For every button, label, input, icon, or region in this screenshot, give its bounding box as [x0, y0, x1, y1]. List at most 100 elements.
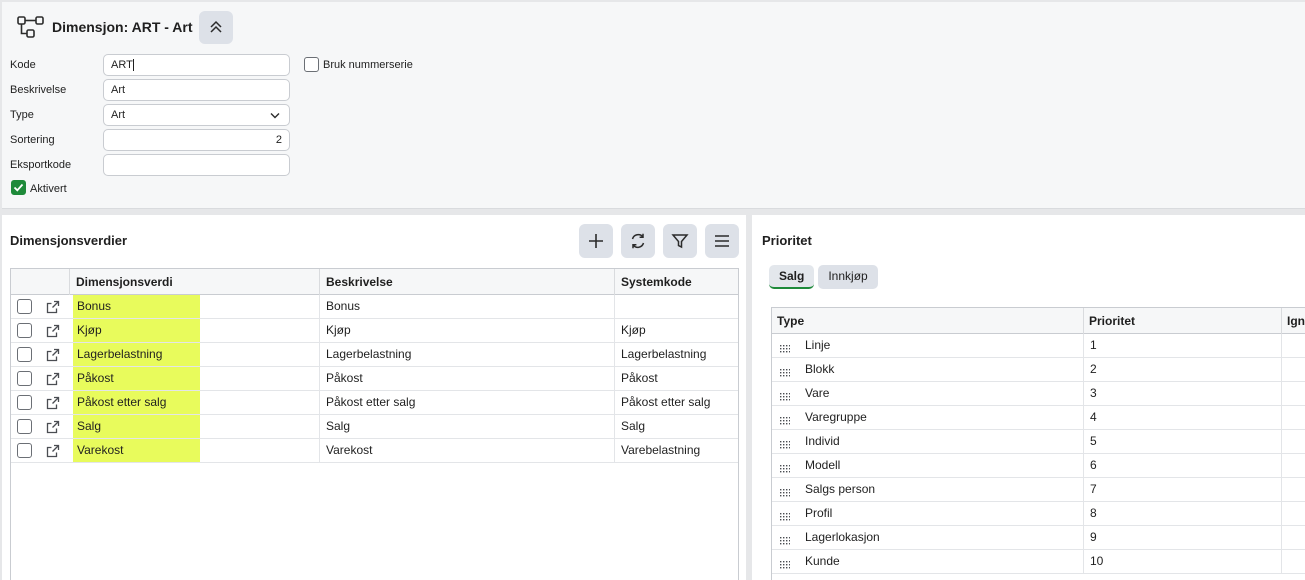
- priority-row[interactable]: Linje 1: [772, 334, 1305, 358]
- row-checkbox[interactable]: [17, 443, 32, 458]
- drag-handle-icon[interactable]: [780, 486, 791, 500]
- drag-handle-icon[interactable]: [780, 390, 791, 404]
- open-external-icon[interactable]: [46, 348, 60, 365]
- open-external-icon[interactable]: [46, 372, 60, 389]
- cell-systemkode: Kjøp: [614, 319, 738, 342]
- priority-row[interactable]: Kunde 10: [772, 550, 1305, 574]
- table-row[interactable]: Kjøp Kjøp Kjøp: [11, 319, 738, 343]
- cell-prioritet: 9: [1083, 526, 1281, 549]
- collapse-button[interactable]: [198, 10, 233, 44]
- cell-type: Varegruppe: [805, 410, 867, 424]
- cell-beskrivelse: Påkost: [319, 367, 614, 390]
- beskrivelse-label: Beskrivelse: [10, 84, 67, 96]
- type-select[interactable]: Art: [103, 104, 290, 126]
- drag-handle-icon[interactable]: [780, 366, 791, 380]
- filter-button[interactable]: [663, 224, 697, 258]
- cell-ign: [1281, 526, 1305, 549]
- menu-button[interactable]: [705, 224, 739, 258]
- priority-row[interactable]: Blokk 2: [772, 358, 1305, 382]
- kode-label: Kode: [10, 59, 36, 71]
- cell-systemkode: Salg: [614, 415, 738, 438]
- priority-row[interactable]: Profil 8: [772, 502, 1305, 526]
- priority-tabs: Salg Innkjøp: [769, 265, 878, 289]
- cell-dimensjonsverdi: Bonus: [73, 295, 200, 318]
- dimension-values-grid: Dimensjonsverdi Beskrivelse Systemkode B…: [10, 268, 739, 580]
- refresh-button[interactable]: [621, 224, 655, 258]
- chevron-down-icon: [270, 113, 280, 119]
- tab-innkjop[interactable]: Innkjøp: [818, 265, 878, 289]
- row-checkbox[interactable]: [17, 299, 32, 314]
- column-header-type[interactable]: Type: [772, 308, 804, 334]
- beskrivelse-input[interactable]: Art: [103, 79, 290, 101]
- column-header-dimensjonsverdi[interactable]: Dimensjonsverdi: [69, 269, 319, 295]
- cell-type: Vare: [805, 386, 830, 400]
- priority-grid-header: Type Prioritet Ign: [772, 308, 1305, 334]
- priority-row[interactable]: Modell 6: [772, 454, 1305, 478]
- priority-row[interactable]: Individ 5: [772, 430, 1305, 454]
- row-checkbox[interactable]: [17, 347, 32, 362]
- cell-beskrivelse: Varekost: [319, 439, 614, 462]
- table-row[interactable]: Bonus Bonus: [11, 295, 738, 319]
- cell-prioritet: 3: [1083, 382, 1281, 405]
- open-external-icon[interactable]: [46, 444, 60, 461]
- open-external-icon[interactable]: [46, 420, 60, 437]
- priority-row[interactable]: Salgs person 7: [772, 478, 1305, 502]
- column-header-systemkode[interactable]: Systemkode: [614, 269, 738, 295]
- hamburger-menu-icon: [715, 235, 729, 247]
- open-external-icon[interactable]: [46, 300, 60, 317]
- cell-dimensjonsverdi: Påkost etter salg: [73, 391, 200, 414]
- drag-handle-icon[interactable]: [780, 510, 791, 524]
- cell-systemkode: Varebelastning: [614, 439, 738, 462]
- table-row[interactable]: Lagerbelastning Lagerbelastning Lagerbelas…: [11, 343, 738, 367]
- open-external-icon[interactable]: [46, 396, 60, 413]
- row-checkbox[interactable]: [17, 323, 32, 338]
- cell-dimensjonsverdi: Påkost: [73, 367, 200, 390]
- cell-systemkode: Påkost: [614, 367, 738, 390]
- cell-prioritet: 2: [1083, 358, 1281, 381]
- cell-prioritet: 7: [1083, 478, 1281, 501]
- eksportkode-input[interactable]: [103, 154, 290, 176]
- grid-header: Dimensjonsverdi Beskrivelse Systemkode: [11, 269, 738, 295]
- table-row[interactable]: Salg Salg Salg: [11, 415, 738, 439]
- sortering-input[interactable]: 2: [103, 129, 290, 151]
- drag-handle-icon[interactable]: [780, 558, 791, 572]
- cell-beskrivelse: Kjøp: [319, 319, 614, 342]
- cell-prioritet: 10: [1083, 550, 1281, 573]
- drag-handle-icon[interactable]: [780, 438, 791, 452]
- cell-dimensjonsverdi: Kjøp: [73, 319, 200, 342]
- row-checkbox[interactable]: [17, 419, 32, 434]
- aktivert-checkbox[interactable]: [11, 180, 26, 195]
- add-button[interactable]: [579, 224, 613, 258]
- row-checkbox[interactable]: [17, 371, 32, 386]
- bruk-nummerserie-checkbox[interactable]: [304, 57, 319, 72]
- row-checkbox[interactable]: [17, 395, 32, 410]
- table-row[interactable]: Påkost etter salg Påkost etter salg Påkost…: [11, 391, 738, 415]
- type-value: Art: [111, 109, 126, 121]
- column-header-ign[interactable]: Ign: [1281, 308, 1305, 334]
- text-cursor: [132, 59, 134, 72]
- plus-icon: [589, 234, 603, 248]
- column-header-prioritet[interactable]: Prioritet: [1083, 308, 1135, 334]
- priority-row[interactable]: Lagerlokasjon 9: [772, 526, 1305, 550]
- table-row[interactable]: Varekost Varekost Varebelastning: [11, 439, 738, 463]
- table-row[interactable]: Påkost Påkost Påkost: [11, 367, 738, 391]
- dimension-values-title: Dimensjonsverdier: [10, 233, 128, 248]
- kode-input[interactable]: ART: [103, 54, 290, 76]
- drag-handle-icon[interactable]: [780, 342, 791, 356]
- drag-handle-icon[interactable]: [780, 414, 791, 428]
- cell-beskrivelse: Påkost etter salg: [319, 391, 614, 414]
- page-title: Dimensjon: ART - Art: [52, 19, 193, 35]
- dimension-form-panel: Dimensjon: ART - Art Kode ART Bruk numme…: [2, 2, 1305, 209]
- cell-ign: [1281, 502, 1305, 525]
- cell-prioritet: 5: [1083, 430, 1281, 453]
- priority-row[interactable]: Varegruppe 4: [772, 406, 1305, 430]
- priority-panel: Prioritet Salg Innkjøp Type Prioritet Ig…: [752, 215, 1305, 580]
- open-external-icon[interactable]: [46, 324, 60, 341]
- cell-beskrivelse: Bonus: [319, 295, 614, 318]
- cell-dimensjonsverdi: Salg: [73, 415, 200, 438]
- tab-salg[interactable]: Salg: [769, 265, 815, 289]
- priority-row[interactable]: Vare 3: [772, 382, 1305, 406]
- column-header-beskrivelse[interactable]: Beskrivelse: [319, 269, 614, 295]
- drag-handle-icon[interactable]: [780, 462, 791, 476]
- drag-handle-icon[interactable]: [780, 534, 791, 548]
